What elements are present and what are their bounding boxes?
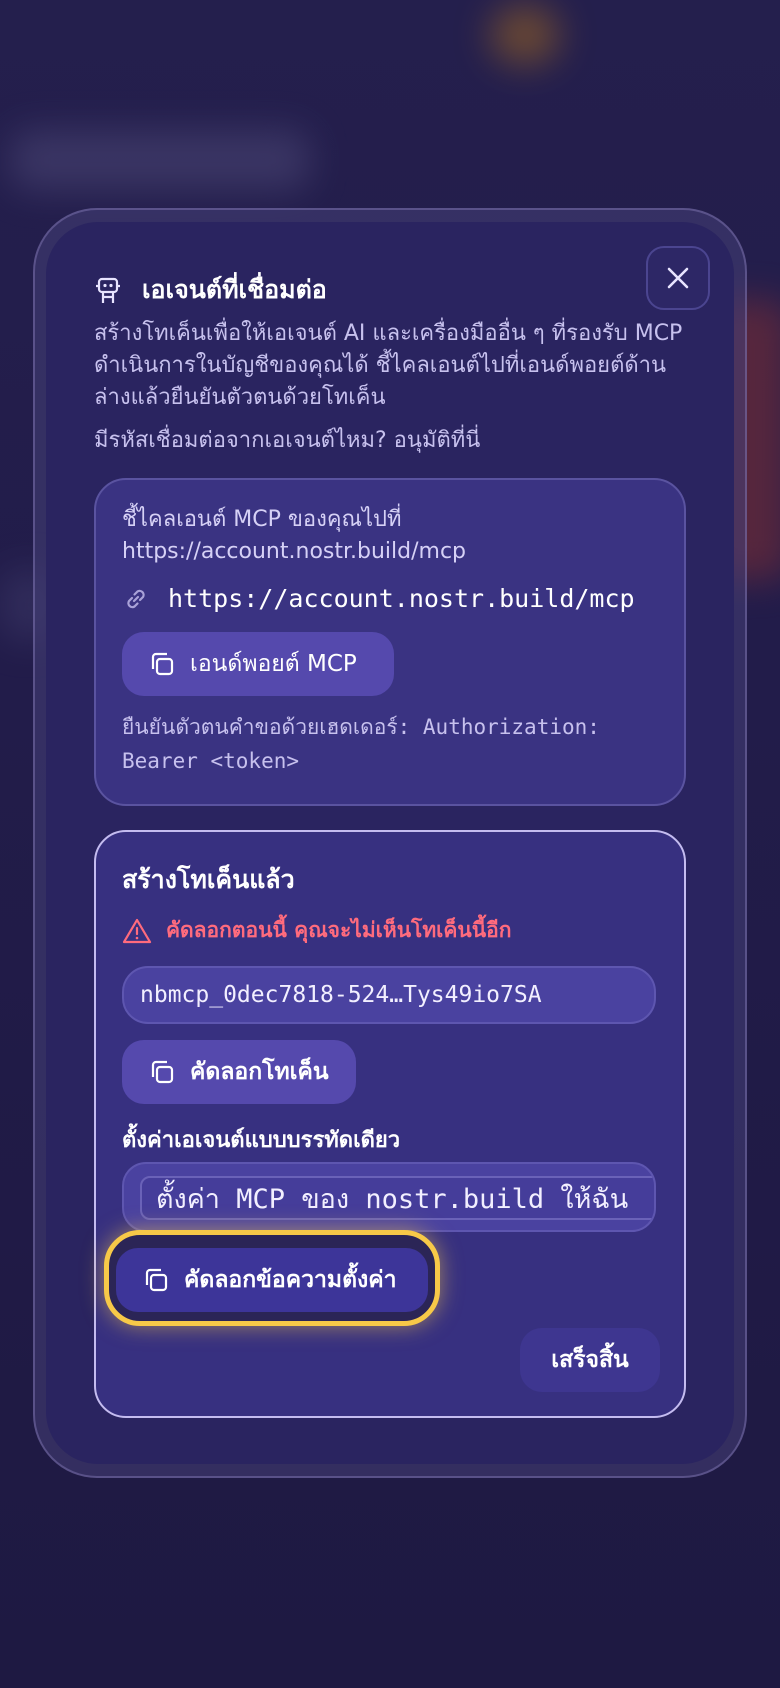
- token-field[interactable]: nbmcp_0dec7818-524…Tys49io7SA: [122, 966, 656, 1024]
- oneliner-field[interactable]: ตั้งค่า MCP ของ nostr.build ให้ฉัน: [122, 1162, 656, 1232]
- close-icon: [665, 265, 691, 291]
- endpoint-url: https://account.nostr.build/mcp: [168, 584, 635, 613]
- token-value: nbmcp_0dec7818-524…Tys49io7SA: [140, 982, 542, 1008]
- dialog-title: เอเจนต์ที่เชื่อมต่อ: [142, 275, 327, 304]
- auth-header-note: ยืนยันตัวตนคำขอด้วยเฮดเดอร์: Authorizati…: [122, 715, 600, 773]
- oneliner-input[interactable]: ตั้งค่า MCP ของ nostr.build ให้ฉัน: [140, 1176, 654, 1220]
- oneliner-value: ตั้งค่า MCP ของ nostr.build ให้ฉัน: [156, 1183, 629, 1215]
- token-created-title: สร้างโทเค็นแล้ว: [122, 865, 295, 894]
- warning-text: คัดลอกตอนนี้ คุณจะไม่เห็นโทเค็นนี้อีก: [166, 918, 512, 942]
- close-button[interactable]: [646, 246, 710, 310]
- done-button[interactable]: เสร็จสิ้น: [520, 1328, 660, 1392]
- dialog-description: สร้างโทเค็นเพื่อให้เอเจนต์ AI และเครื่อง…: [94, 321, 683, 410]
- background-blur-orange: [490, 5, 560, 65]
- copy-endpoint-button[interactable]: เอนด์พอยต์ MCP: [122, 632, 394, 696]
- approve-code-link[interactable]: มีรหัสเชื่อมต่อจากเอเจนต์ไหม? อนุมัติที่…: [94, 422, 480, 457]
- copy-config-button[interactable]: คัดลอกข้อความตั้งค่า: [116, 1248, 428, 1312]
- dialog-header: เอเจนต์ที่เชื่อมต่อ: [94, 270, 327, 310]
- copy-endpoint-label: เอนด์พอยต์ MCP: [190, 651, 357, 677]
- copy-token-label: คัดลอกโทเค็น: [190, 1059, 329, 1085]
- oneliner-label: ตั้งค่าเอเจนต์แบบบรรทัดเดียว: [122, 1128, 401, 1153]
- link-icon: [122, 585, 150, 613]
- endpoint-url-row: https://account.nostr.build/mcp: [122, 584, 635, 613]
- done-label: เสร็จสิ้น: [551, 1347, 629, 1373]
- token-warning: คัดลอกตอนนี้ คุณจะไม่เห็นโทเค็นนี้อีก: [122, 914, 511, 947]
- copy-icon: [148, 650, 176, 678]
- warning-icon: [122, 917, 152, 945]
- endpoint-card: ชี้ไคลเอนต์ MCP ของคุณไปที่ https://acco…: [94, 478, 686, 806]
- background-blur-header: [10, 130, 310, 190]
- copy-icon: [148, 1058, 176, 1086]
- robot-icon: [94, 275, 122, 305]
- endpoint-instructions: ชี้ไคลเอนต์ MCP ของคุณไปที่ https://acco…: [122, 507, 467, 564]
- copy-config-label: คัดลอกข้อความตั้งค่า: [184, 1267, 397, 1293]
- copy-token-button[interactable]: คัดลอกโทเค็น: [122, 1040, 356, 1104]
- copy-icon: [142, 1266, 170, 1294]
